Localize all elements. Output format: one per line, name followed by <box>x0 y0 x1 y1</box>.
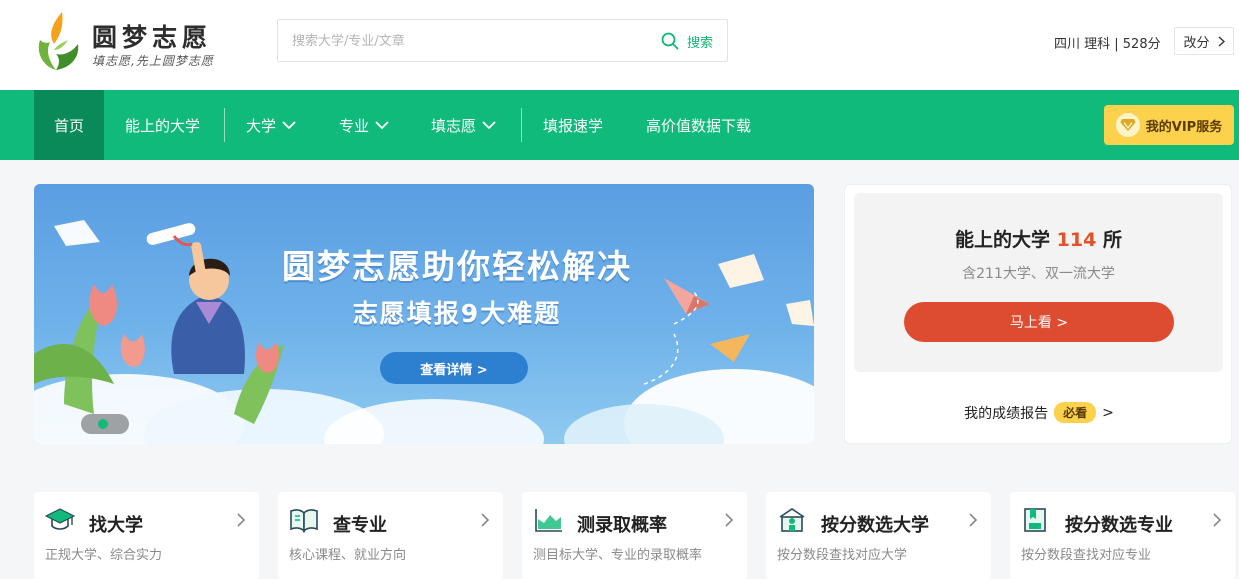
hero-banner[interactable]: 圆梦志愿助你轻松解决 志愿填报9大难题 查看详情 > <box>34 184 814 444</box>
edit-score-button[interactable]: 改分 <box>1174 27 1234 55</box>
bookmark-book-icon <box>1024 508 1046 532</box>
user-score-info: 四川 理科 | 528分 <box>1054 37 1161 52</box>
nav-divider <box>224 108 225 142</box>
feature-major-by-score[interactable]: 按分数选专业 按分数段查找对应专业 <box>1010 492 1235 579</box>
banner-title: 圆梦志愿助你轻松解决 <box>282 247 632 286</box>
main-nav: 首页 能上的大学 大学 专业 填志愿 填报速学 高价值数据下载 <box>0 90 1239 160</box>
chevron-right-icon <box>481 513 490 527</box>
search-icon <box>661 32 679 50</box>
nav-item-majors[interactable]: 专业 <box>339 90 389 160</box>
open-book-icon <box>290 509 318 533</box>
nav-item-label: 高价值数据下载 <box>646 116 752 135</box>
chevron-right-icon <box>1218 35 1225 47</box>
vip-service-button[interactable]: 我的VIP服务 <box>1104 105 1234 145</box>
banner-subtitle: 志愿填报9大难题 <box>352 299 562 328</box>
edit-score-label: 改分 <box>1183 35 1210 51</box>
feature-title: 测录取概率 <box>577 515 667 536</box>
reachable-universities-card: 能上的大学 114 所 含211大学、双一流大学 马上看 > 我的成绩报告 必看… <box>844 184 1232 444</box>
chevron-right-icon <box>725 513 734 527</box>
feature-title: 查专业 <box>333 515 387 536</box>
nav-item-reachable-universities[interactable]: 能上的大学 <box>125 90 200 160</box>
reachable-summary: 能上的大学 114 所 含211大学、双一流大学 马上看 > <box>854 193 1223 372</box>
nav-item-fill-application[interactable]: 填志愿 <box>431 90 496 160</box>
score-report-label: 我的成绩报告 <box>964 405 1049 422</box>
chevron-down-icon <box>482 120 496 129</box>
vip-service-label: 我的VIP服务 <box>1145 119 1223 135</box>
feature-desc: 按分数段查找对应大学 <box>777 548 908 563</box>
carousel-dot-active[interactable] <box>98 419 108 429</box>
brand-name: 圆梦志愿 <box>92 23 213 52</box>
chevron-right-icon <box>237 513 246 527</box>
feature-title: 找大学 <box>89 515 143 536</box>
feature-check-major[interactable]: 查专业 核心课程、就业方向 <box>278 492 503 579</box>
nav-item-label: 能上的大学 <box>125 116 201 135</box>
nav-item-data-download[interactable]: 高价值数据下载 <box>646 90 751 160</box>
feature-title: 按分数选专业 <box>1065 515 1173 536</box>
reachable-desc: 含211大学、双一流大学 <box>962 266 1115 282</box>
search-input[interactable] <box>292 30 642 52</box>
leaf-logo-icon <box>38 12 79 70</box>
feature-admission-probability[interactable]: 测录取概率 测目标大学、专业的录取概率 <box>522 492 747 579</box>
banner-details-button[interactable]: 查看详情 > <box>380 352 528 384</box>
area-chart-icon <box>535 509 562 532</box>
reachable-title: 能上的大学 114 所 <box>854 225 1223 252</box>
site-logo[interactable]: 圆梦志愿 填志愿,先上圆梦志愿 <box>34 10 234 72</box>
reachable-title-prefix: 能上的大学 <box>955 229 1051 251</box>
nav-item-universities[interactable]: 大学 <box>246 90 296 160</box>
search-button[interactable]: 搜索 <box>661 30 713 52</box>
chevron-right-icon <box>1213 513 1222 527</box>
top-header: 圆梦志愿 填志愿,先上圆梦志愿 搜索 四川 理科 | 528分 改分 <box>0 0 1239 90</box>
feature-title: 按分数选大学 <box>821 515 929 536</box>
nav-item-label: 首页 <box>53 116 84 135</box>
view-now-button[interactable]: 马上看 > <box>904 302 1174 342</box>
feature-find-university[interactable]: 找大学 正规大学、综合实力 <box>34 492 259 579</box>
feature-desc: 正规大学、综合实力 <box>45 548 163 563</box>
carousel-indicator[interactable] <box>81 414 129 434</box>
report-arrow: > <box>1102 404 1114 421</box>
graduation-cap-icon <box>45 508 75 530</box>
nav-item-label: 专业 <box>339 116 370 135</box>
score-report-link[interactable]: 我的成绩报告 必看 > <box>845 402 1233 423</box>
feature-desc: 按分数段查找对应专业 <box>1021 548 1152 563</box>
search-box: 搜索 <box>277 19 728 62</box>
brand-slogan: 填志愿,先上圆梦志愿 <box>92 54 214 68</box>
nav-item-label: 填报速学 <box>543 116 604 135</box>
nav-item-label: 填志愿 <box>431 116 477 135</box>
nav-item-label: 大学 <box>246 116 277 135</box>
must-see-badge: 必看 <box>1054 402 1097 423</box>
reachable-count: 114 <box>1056 229 1097 251</box>
feature-desc: 测目标大学、专业的录取概率 <box>533 548 703 563</box>
nav-item-home[interactable]: 首页 <box>34 90 104 160</box>
nav-divider <box>521 108 522 142</box>
search-button-label: 搜索 <box>686 35 713 51</box>
chevron-down-icon <box>375 120 389 129</box>
university-building-icon <box>779 508 805 532</box>
reachable-title-suffix: 所 <box>1102 229 1122 251</box>
nav-item-quick-learn[interactable]: 填报速学 <box>543 90 603 160</box>
vip-diamond-icon <box>1115 113 1140 137</box>
chevron-down-icon <box>282 120 296 129</box>
feature-desc: 核心课程、就业方向 <box>289 548 407 563</box>
feature-university-by-score[interactable]: 按分数选大学 按分数段查找对应大学 <box>766 492 991 579</box>
chevron-right-icon <box>969 513 978 527</box>
